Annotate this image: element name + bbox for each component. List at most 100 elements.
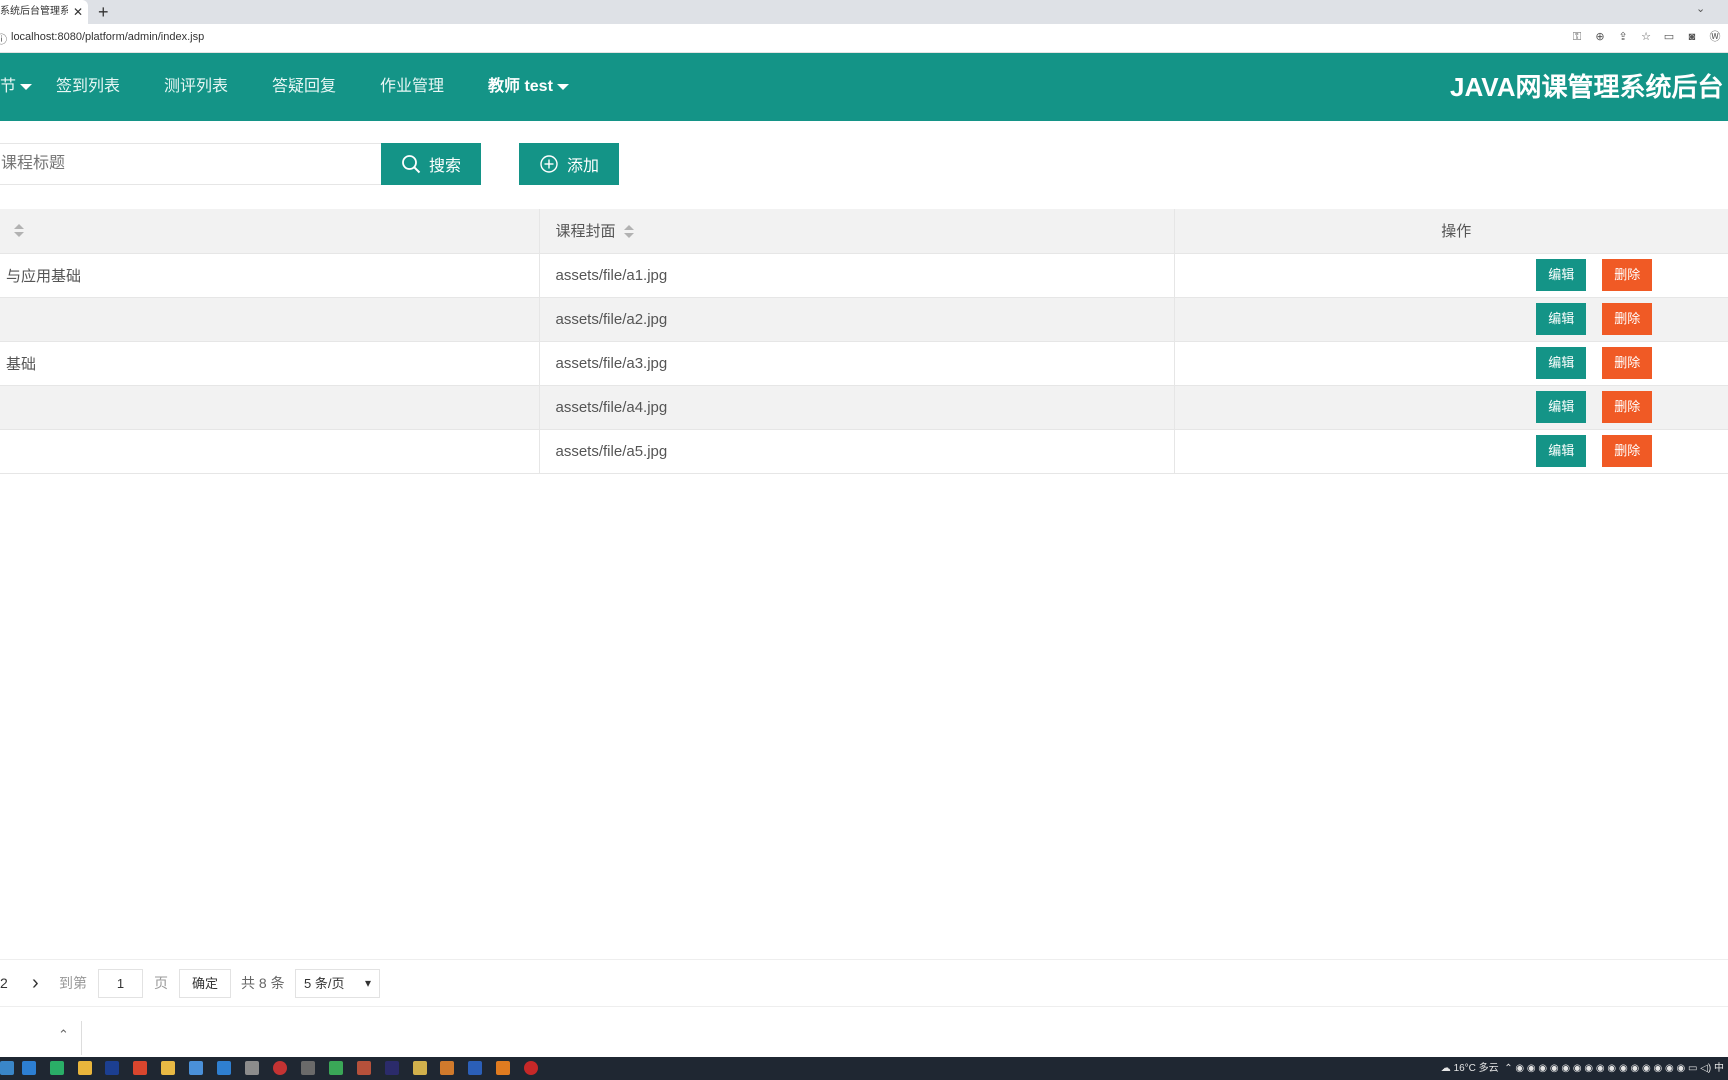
taskbar-app-icon[interactable]: [245, 1061, 259, 1075]
delete-button[interactable]: 删除: [1602, 259, 1653, 291]
folder-icon[interactable]: [161, 1061, 175, 1075]
column-header-title[interactable]: [0, 209, 540, 254]
taskbar-app-icon[interactable]: [413, 1061, 427, 1075]
taskbar: ☁ 16°C 多云 ⌃ ◉ ◉ ◉ ◉ ◉ ◉ ◉ ◉ ◉ ◉ ◉ ◉ ◉ ◉ …: [0, 1057, 1728, 1080]
nav-item-signin-list[interactable]: 签到列表: [56, 53, 120, 121]
page-jump-input[interactable]: 1: [98, 969, 143, 998]
cell-title: [0, 297, 540, 342]
wechat-icon[interactable]: [50, 1061, 64, 1075]
search-button[interactable]: 搜索: [381, 143, 481, 185]
cell-actions: 编辑 删除: [1174, 385, 1728, 430]
next-page-icon[interactable]: ›: [32, 960, 39, 1006]
caret-down-icon: [556, 83, 569, 90]
table-row: assets/file/a4.jpg 编辑 删除: [0, 385, 1728, 430]
nav-item-qa-reply[interactable]: 答疑回复: [272, 53, 336, 121]
profile-icon[interactable]: Ⓦ: [1708, 30, 1722, 44]
camera-icon[interactable]: ◙: [1685, 30, 1699, 44]
taskbar-app-icon[interactable]: [189, 1061, 203, 1075]
cell-actions: 编辑 删除: [1174, 341, 1728, 386]
chrome-icon[interactable]: [78, 1061, 92, 1075]
table-row: assets/file/a2.jpg 编辑 删除: [0, 297, 1728, 342]
search-icon: [402, 155, 421, 174]
cell-cover: assets/file/a2.jpg: [539, 297, 1175, 342]
taskbar-app-icon[interactable]: [524, 1061, 538, 1075]
cell-cover: assets/file/a1.jpg: [539, 253, 1175, 298]
column-header-cover[interactable]: 课程封面: [539, 209, 1175, 254]
cell-title: 基础: [0, 341, 540, 386]
delete-button[interactable]: 删除: [1602, 435, 1653, 467]
cell-actions: 编辑 删除: [1174, 429, 1728, 474]
address-bar: ⓘ localhost:8080/platform/admin/index.js…: [0, 24, 1728, 53]
taskbar-app-icon[interactable]: [357, 1061, 371, 1075]
chevron-up-icon[interactable]: ⌃: [58, 1027, 69, 1043]
caret-down-icon: [20, 83, 33, 90]
taskbar-app-icon[interactable]: [301, 1061, 315, 1075]
sort-icon[interactable]: [14, 224, 24, 238]
edit-button[interactable]: 编辑: [1536, 391, 1587, 423]
page-number-last[interactable]: 2: [0, 960, 8, 1006]
nav-item-evaluation-list[interactable]: 测评列表: [164, 53, 228, 121]
tab-search-chevron-icon[interactable]: ⌄: [1696, 2, 1705, 15]
delete-button[interactable]: 删除: [1602, 347, 1653, 379]
star-icon[interactable]: ☆: [1639, 30, 1653, 44]
tab-close-icon[interactable]: ✕: [73, 0, 83, 24]
cell-title: [0, 385, 540, 430]
taskbar-app-icon[interactable]: [273, 1061, 287, 1075]
taskbar-app-icon[interactable]: [440, 1061, 454, 1075]
cell-cover: assets/file/a3.jpg: [539, 341, 1175, 386]
tray-icons[interactable]: ⌃ ◉ ◉ ◉ ◉ ◉ ◉ ◉ ◉ ◉ ◉ ◉ ◉ ◉ ◉ ◉ ▭ ◁): [1501, 1063, 1714, 1074]
sidepanel-icon[interactable]: ▭: [1662, 30, 1676, 44]
browser-tabstrip: 系统后台管理系统 ✕ + ⌄: [0, 0, 1728, 24]
browser-tab[interactable]: 系统后台管理系统 ✕: [0, 0, 88, 24]
zoom-icon[interactable]: ⊕: [1593, 30, 1607, 44]
taskbar-app-icon[interactable]: [133, 1061, 147, 1075]
column-header-label: 课程封面: [555, 223, 616, 241]
add-circle-icon: [540, 155, 558, 173]
add-button[interactable]: 添加: [519, 143, 619, 185]
delete-button[interactable]: 删除: [1602, 303, 1653, 335]
url-field[interactable]: localhost:8080/platform/admin/index.jsp: [11, 31, 204, 43]
edit-button[interactable]: 编辑: [1536, 347, 1587, 379]
table-row: assets/file/a5.jpg 编辑 删除: [0, 429, 1728, 474]
cell-actions: 编辑 删除: [1174, 253, 1728, 298]
edit-button[interactable]: 编辑: [1536, 435, 1587, 467]
ime-indicator[interactable]: 中: [1714, 1063, 1724, 1074]
sort-icon[interactable]: [623, 225, 634, 239]
footer-strip: ⌃: [0, 1019, 1728, 1057]
browser-tab-title: 系统后台管理系统: [0, 6, 68, 17]
taskbar-app-icon[interactable]: [385, 1061, 399, 1075]
page-confirm-button[interactable]: 确定: [179, 969, 231, 998]
word-icon[interactable]: [468, 1061, 482, 1075]
column-header-actions: 操作: [1174, 209, 1728, 254]
nav-item-section[interactable]: 节: [0, 53, 33, 121]
search-button-label: 搜索: [428, 158, 461, 175]
taskbar-app-icon[interactable]: [22, 1061, 36, 1075]
search-icon[interactable]: [496, 1061, 510, 1075]
share-icon[interactable]: ⇪: [1616, 30, 1630, 44]
site-info-icon[interactable]: ⓘ: [0, 31, 7, 47]
search-input[interactable]: [0, 143, 382, 185]
taskbar-app-icon[interactable]: [329, 1061, 343, 1075]
cell-title: [0, 429, 540, 474]
page-size-value: 5 条/页: [304, 976, 345, 991]
delete-button[interactable]: 删除: [1602, 391, 1653, 423]
address-bar-icons: ⚿ ⊕ ⇪ ☆ ▭ ◙ Ⓦ: [1570, 30, 1722, 44]
weather-text[interactable]: 16°C 多云: [1454, 1063, 1499, 1074]
edit-button[interactable]: 编辑: [1536, 259, 1587, 291]
nav-item-teacher-menu[interactable]: 教师 test: [488, 53, 569, 121]
edit-button[interactable]: 编辑: [1536, 303, 1587, 335]
page-size-select[interactable]: 5 条/页 ▾: [295, 969, 380, 998]
taskbar-app-icon[interactable]: [217, 1061, 231, 1075]
nav-item-homework[interactable]: 作业管理: [380, 53, 444, 121]
cell-cover: assets/file/a5.jpg: [539, 429, 1175, 474]
table-row: 与应用基础 assets/file/a1.jpg 编辑 删除: [0, 253, 1728, 298]
table-header-row: 课程封面 操作: [0, 209, 1728, 254]
taskbar-app-icon[interactable]: [105, 1061, 119, 1075]
new-tab-button[interactable]: +: [98, 1, 109, 23]
total-count: 共 8 条: [241, 975, 285, 991]
add-button-label: 添加: [566, 158, 599, 175]
nav-item-label: 教师 test: [488, 78, 553, 95]
course-table: 课程封面 操作 与应用基础 assets/file/a1.jpg 编辑 删除 as…: [0, 209, 1728, 474]
key-icon[interactable]: ⚿: [1570, 30, 1584, 44]
taskbar-app-icon[interactable]: [0, 1061, 14, 1075]
